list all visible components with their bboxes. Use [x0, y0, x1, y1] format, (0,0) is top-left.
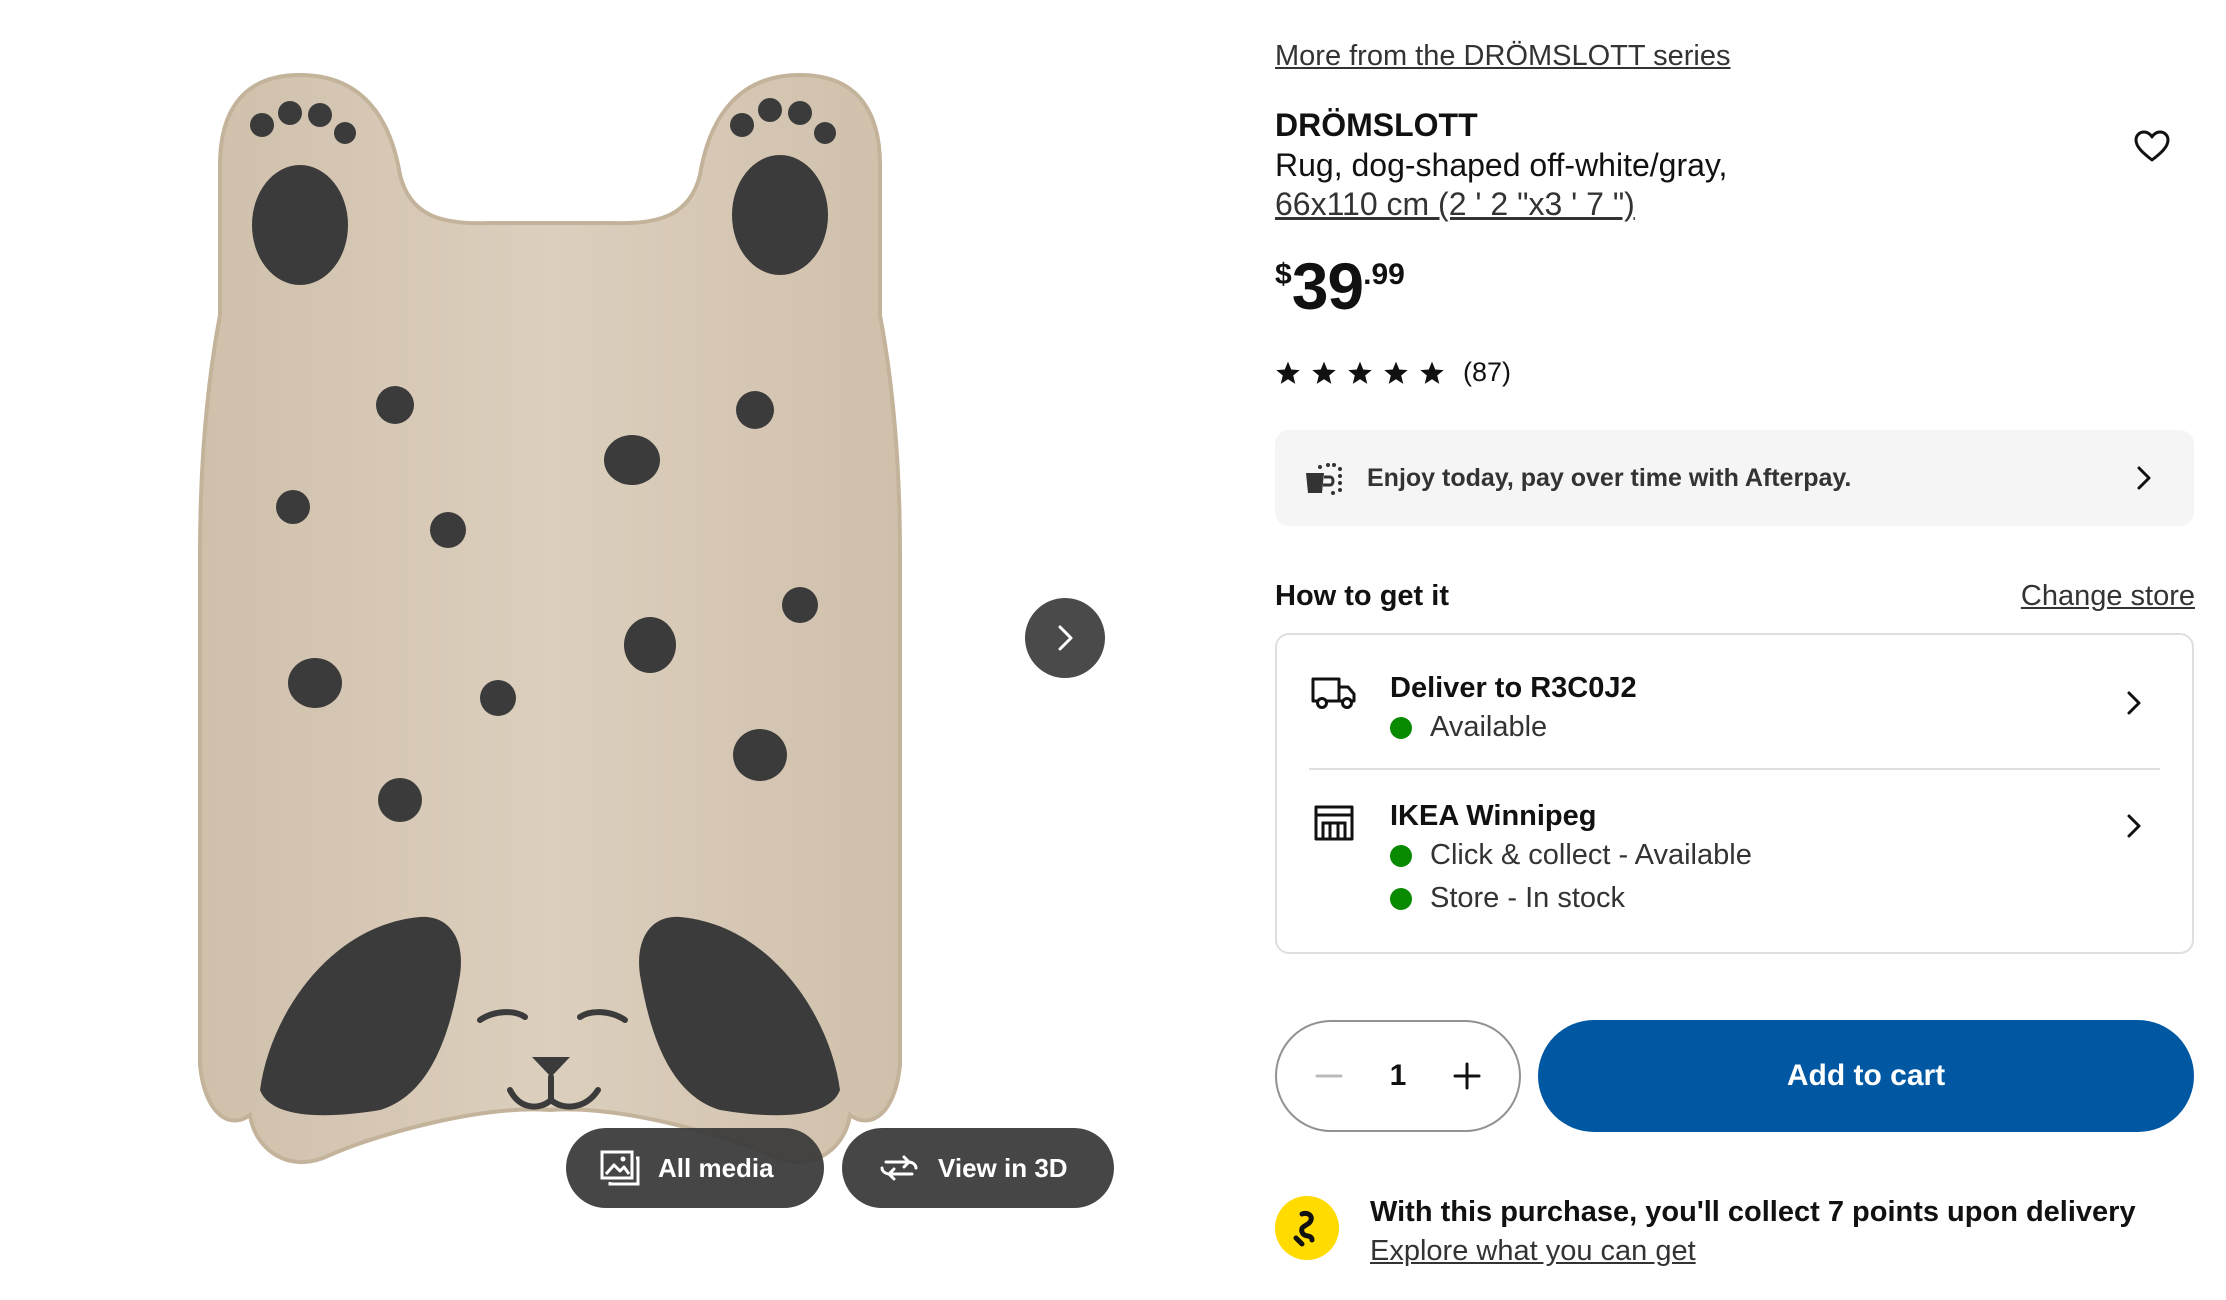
change-store-link[interactable]: Change store [2021, 580, 2195, 613]
afterpay-icon [1301, 456, 1345, 500]
afterpay-banner[interactable]: Enjoy today, pay over time with Afterpay… [1275, 430, 2194, 526]
rotate-3d-icon [878, 1152, 920, 1184]
all-media-button[interactable]: All media [566, 1128, 824, 1208]
star-icon [1420, 361, 1444, 384]
rating-stars [1275, 360, 1445, 386]
fulfilment-options: Deliver to R3C0J2 Available IKEA Winnipe… [1275, 633, 2194, 954]
price-currency: $ [1275, 258, 1292, 291]
heart-outline-icon [2134, 130, 2170, 162]
store-title: IKEA Winnipeg [1390, 800, 1597, 832]
ikea-family-icon [1275, 1196, 1339, 1260]
status-dot [1390, 844, 1412, 867]
view-in-3d-button[interactable]: View in 3D [842, 1128, 1114, 1208]
product-rating[interactable]: (87) [1275, 357, 1511, 388]
product-description: Rug, dog-shaped off-white/gray, [1275, 147, 1728, 183]
add-to-cart-button[interactable]: Add to cart [1538, 1020, 2194, 1132]
product-media: All media View in 3D [0, 0, 1150, 1300]
delivery-option[interactable]: Deliver to R3C0J2 Available [1277, 635, 2192, 769]
click-collect-status: Click & collect - Available [1390, 839, 1752, 872]
store-stock-status: Store - In stock [1390, 882, 1625, 915]
product-price: $ 39 .99 [1275, 250, 1405, 322]
store-icon [1311, 803, 1357, 843]
store-stock-status-text: Store - In stock [1430, 882, 1626, 914]
chevron-right-icon [2127, 814, 2141, 838]
carousel-next-button[interactable] [1025, 598, 1105, 678]
view-in-3d-label: View in 3D [938, 1152, 1068, 1183]
chevron-right-icon [2137, 466, 2151, 490]
afterpay-text: Enjoy today, pay over time with Afterpay… [1367, 463, 1852, 492]
explore-rewards-link[interactable]: Explore what you can get [1370, 1235, 1696, 1268]
plus-icon [1453, 1062, 1481, 1090]
status-dot [1390, 716, 1412, 739]
how-to-get-it-title: How to get it [1275, 580, 1449, 612]
delivery-truck-icon [1311, 673, 1357, 713]
star-icon [1312, 361, 1336, 384]
star-icon [1276, 361, 1300, 384]
increase-quantity-button[interactable] [1445, 1054, 1489, 1098]
product-page: All media View in 3D More from the DRÖMS… [0, 0, 2226, 1300]
all-media-label: All media [658, 1152, 774, 1183]
delivery-status: Available [1390, 711, 1547, 744]
price-decimal: .99 [1363, 258, 1405, 291]
star-icon [1348, 361, 1372, 384]
delivery-title: Deliver to R3C0J2 [1390, 672, 1637, 704]
status-dot [1390, 887, 1412, 910]
delivery-status-text: Available [1430, 711, 1548, 743]
quantity-value[interactable]: 1 [1378, 1059, 1418, 1093]
price-integer: 39 [1291, 249, 1364, 323]
series-link[interactable]: More from the DRÖMSLOTT series [1275, 40, 1731, 73]
ikea-family-points: With this purchase, you'll collect 7 poi… [1275, 1196, 2194, 1276]
store-option[interactable]: IKEA Winnipeg Click & collect - Availabl… [1277, 770, 2192, 954]
rating-count: (87) [1463, 357, 1512, 387]
add-to-favourites-button[interactable] [2130, 124, 2174, 168]
click-collect-status-text: Click & collect - Available [1430, 839, 1752, 871]
image-gallery-icon [600, 1150, 640, 1186]
chevron-right-icon [2127, 691, 2141, 715]
product-info: More from the DRÖMSLOTT series DRÖMSLOTT… [1275, 0, 2195, 1300]
product-size-link[interactable]: 66x110 cm (2 ' 2 "x3 ' 7 ") [1275, 186, 1635, 223]
product-name: DRÖMSLOTT [1275, 107, 1478, 143]
product-image[interactable] [180, 55, 920, 1225]
decrease-quantity-button[interactable] [1307, 1054, 1351, 1098]
quantity-stepper: 1 [1275, 1020, 1521, 1132]
chevron-right-icon [1058, 625, 1073, 651]
star-icon [1384, 361, 1408, 384]
minus-icon [1315, 1074, 1343, 1078]
family-points-text: With this purchase, you'll collect 7 poi… [1370, 1196, 2136, 1228]
